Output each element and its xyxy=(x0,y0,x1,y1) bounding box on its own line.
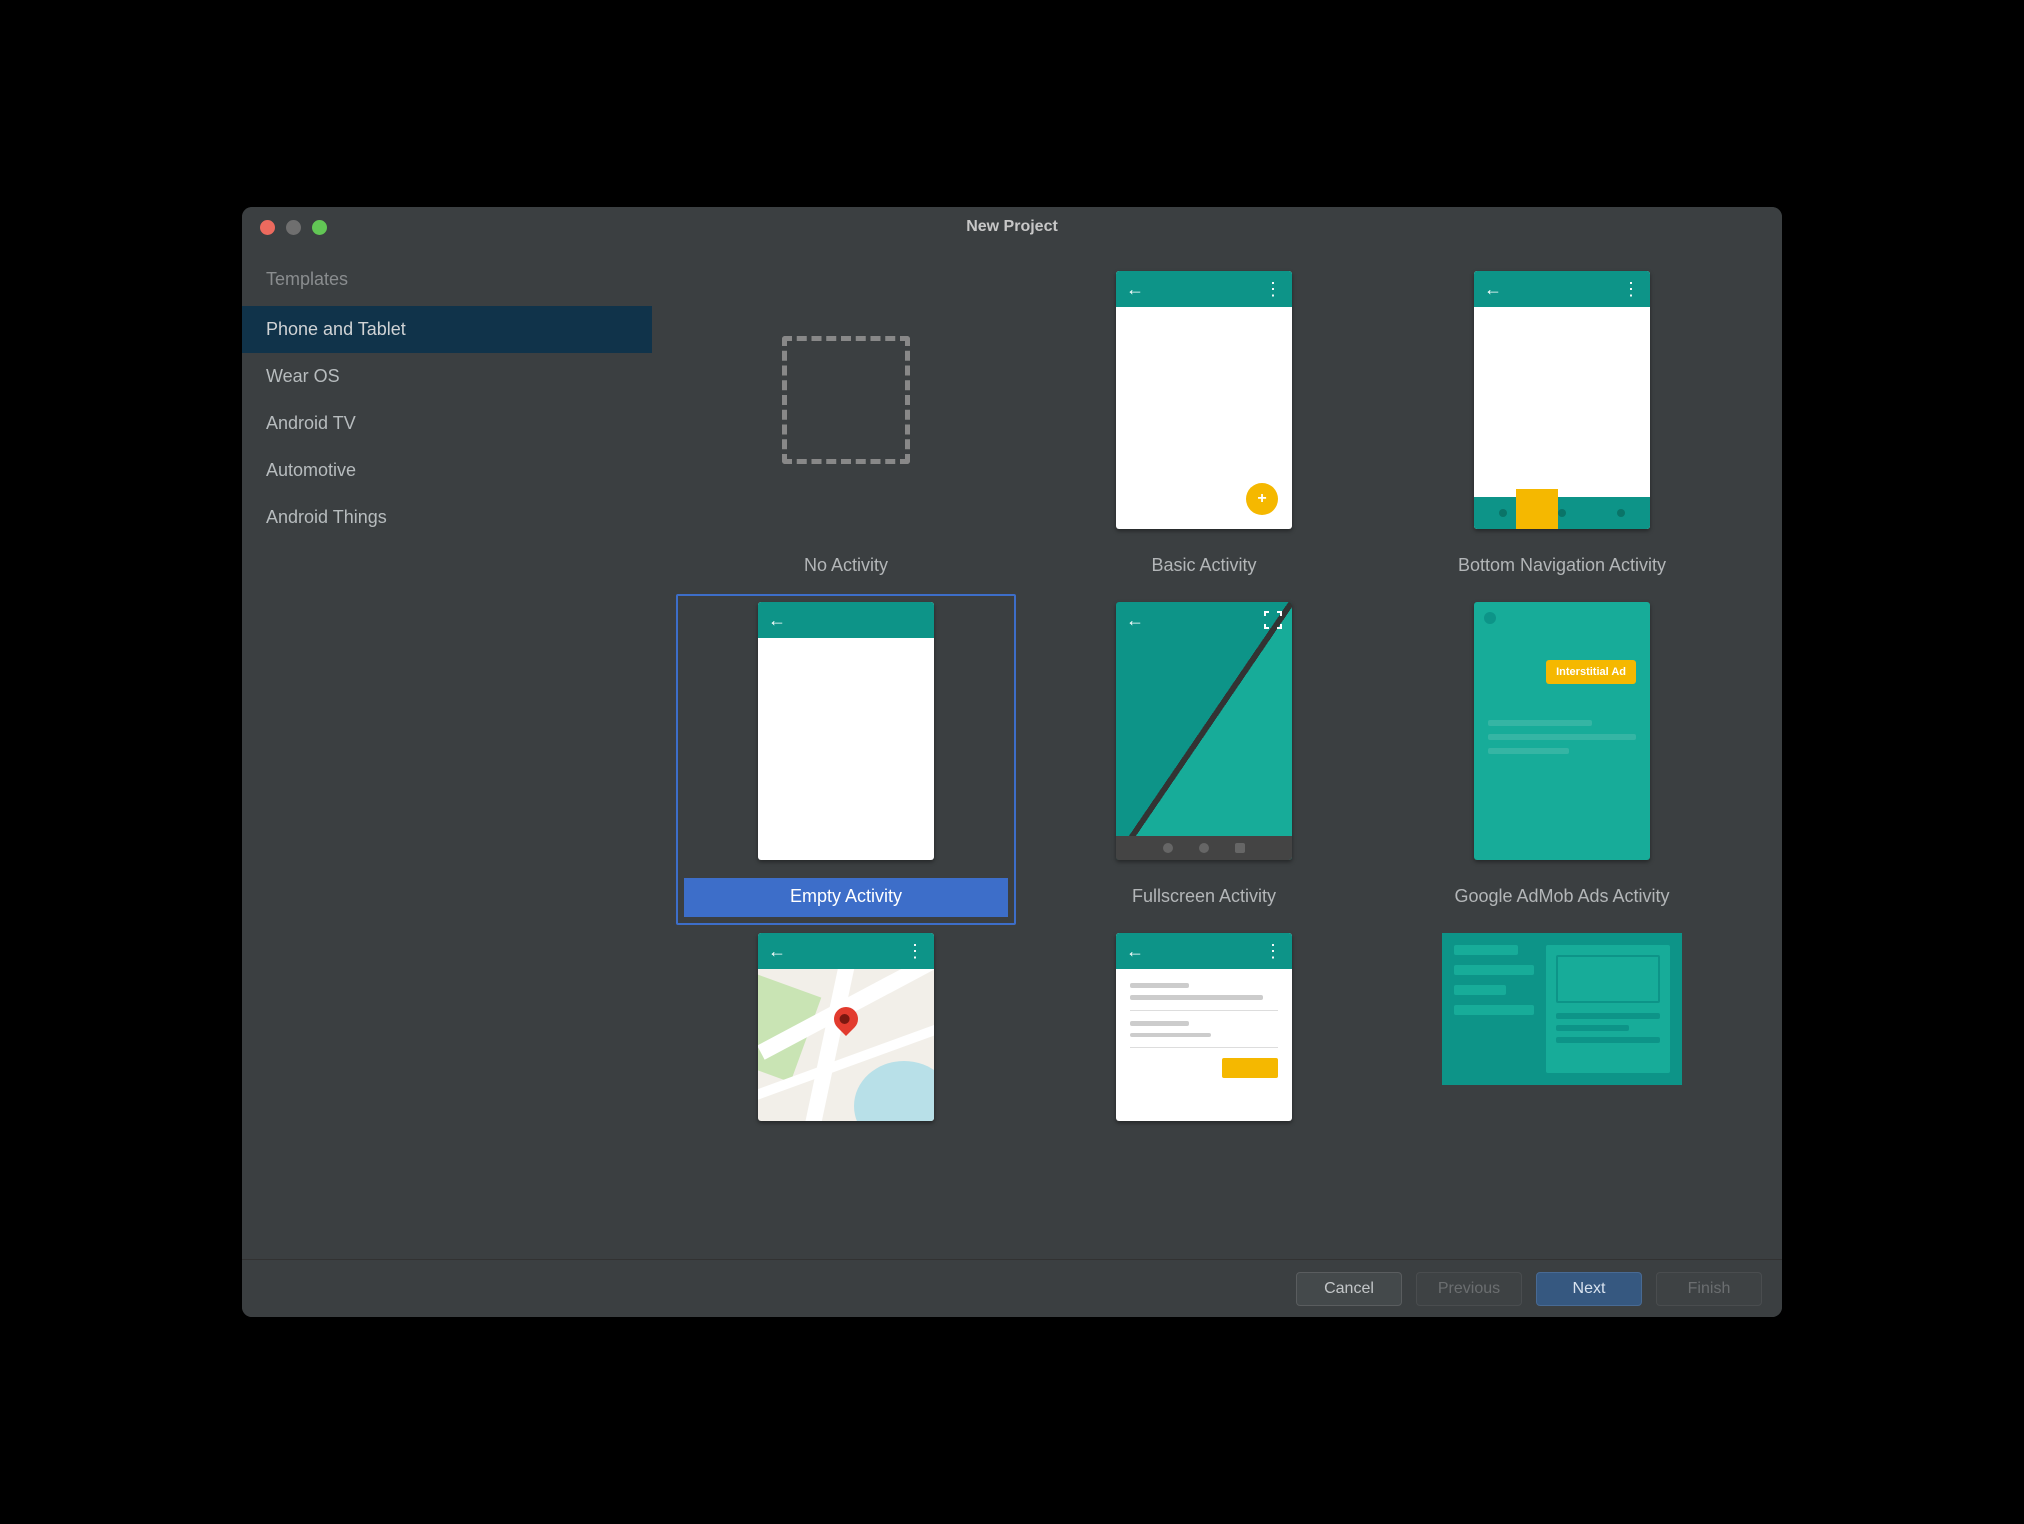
window-title: New Project xyxy=(242,218,1782,236)
more-icon: ⋮ xyxy=(1264,280,1282,298)
more-icon: ⋮ xyxy=(906,942,924,960)
template-no-activity[interactable]: No Activity xyxy=(676,263,1016,594)
sidebar-item-label: Wear OS xyxy=(266,366,340,386)
sidebar-item-label: Phone and Tablet xyxy=(266,319,406,339)
back-arrow-icon: ← xyxy=(1484,280,1502,298)
sidebar-item-phone-tablet[interactable]: Phone and Tablet xyxy=(242,306,652,353)
more-icon: ⋮ xyxy=(1622,280,1640,298)
finish-button: Finish xyxy=(1656,1272,1762,1306)
content: Templates Phone and Tablet Wear OS Andro… xyxy=(242,247,1782,1259)
maximize-icon[interactable] xyxy=(312,220,327,235)
template-fullscreen-activity[interactable]: ← Fullscreen Activity xyxy=(1034,594,1374,925)
sidebar-item-android-tv[interactable]: Android TV xyxy=(242,400,652,447)
template-label: Basic Activity xyxy=(1042,547,1366,586)
template-label: Google AdMob Ads Activity xyxy=(1400,878,1724,917)
more-icon: ⋮ xyxy=(1264,942,1282,960)
template-preview: ← xyxy=(1116,602,1292,860)
template-empty-activity[interactable]: ← Empty Activity xyxy=(676,594,1016,925)
sidebar-item-wear-os[interactable]: Wear OS xyxy=(242,353,652,400)
template-primary-detail[interactable] xyxy=(1392,925,1732,1129)
template-basic-activity[interactable]: ← ⋮ + Basic Activity xyxy=(1034,263,1374,594)
sidebar-item-automotive[interactable]: Automotive xyxy=(242,447,652,494)
template-label: Bottom Navigation Activity xyxy=(1400,547,1724,586)
cancel-button[interactable]: Cancel xyxy=(1296,1272,1402,1306)
template-label: Fullscreen Activity xyxy=(1042,878,1366,917)
sidebar-item-label: Android TV xyxy=(266,413,356,433)
template-preview: ← ⋮ + xyxy=(1116,271,1292,529)
template-maps-activity[interactable]: ← ⋮ xyxy=(676,925,1016,1129)
back-arrow-icon: ← xyxy=(768,942,786,960)
titlebar: New Project xyxy=(242,207,1782,247)
sidebar-item-android-things[interactable]: Android Things xyxy=(242,494,652,541)
sidebar-item-label: Automotive xyxy=(266,460,356,480)
traffic-lights xyxy=(242,220,327,235)
back-arrow-icon: ← xyxy=(768,611,786,629)
template-preview: ← xyxy=(758,602,934,860)
sidebar: Templates Phone and Tablet Wear OS Andro… xyxy=(242,247,652,1259)
template-preview xyxy=(758,271,934,529)
previous-button: Previous xyxy=(1416,1272,1522,1306)
template-grid[interactable]: No Activity ← ⋮ + Basic Activity xyxy=(652,247,1782,1259)
back-arrow-icon: ← xyxy=(1126,942,1144,960)
close-icon[interactable] xyxy=(260,220,275,235)
sidebar-header: Templates xyxy=(242,269,652,306)
back-arrow-icon: ← xyxy=(1126,280,1144,298)
template-label: Empty Activity xyxy=(684,878,1008,917)
template-preview xyxy=(1442,933,1682,1085)
next-button[interactable]: Next xyxy=(1536,1272,1642,1306)
back-arrow-icon: ← xyxy=(1126,611,1144,629)
template-admob-ads[interactable]: Interstitial Ad Google AdMob Ads Activit… xyxy=(1392,594,1732,925)
sidebar-item-label: Android Things xyxy=(266,507,387,527)
template-preview: ← ⋮ xyxy=(758,933,934,1121)
minimize-icon xyxy=(286,220,301,235)
fullscreen-icon xyxy=(1264,611,1282,629)
fab-icon: + xyxy=(1246,483,1278,515)
ad-badge: Interstitial Ad xyxy=(1546,660,1636,684)
footer: Cancel Previous Next Finish xyxy=(242,1259,1782,1317)
template-preview: Interstitial Ad xyxy=(1474,602,1650,860)
template-preview: ← ⋮ xyxy=(1474,271,1650,529)
dashed-placeholder-icon xyxy=(782,336,910,464)
template-preview: ← ⋮ xyxy=(1116,933,1292,1121)
template-bottom-navigation[interactable]: ← ⋮ Bottom Navigation Activity xyxy=(1392,263,1732,594)
new-project-window: New Project Templates Phone and Tablet W… xyxy=(242,207,1782,1317)
template-login-activity[interactable]: ← ⋮ xyxy=(1034,925,1374,1129)
template-label: No Activity xyxy=(684,547,1008,586)
system-nav-bar xyxy=(1116,836,1292,860)
